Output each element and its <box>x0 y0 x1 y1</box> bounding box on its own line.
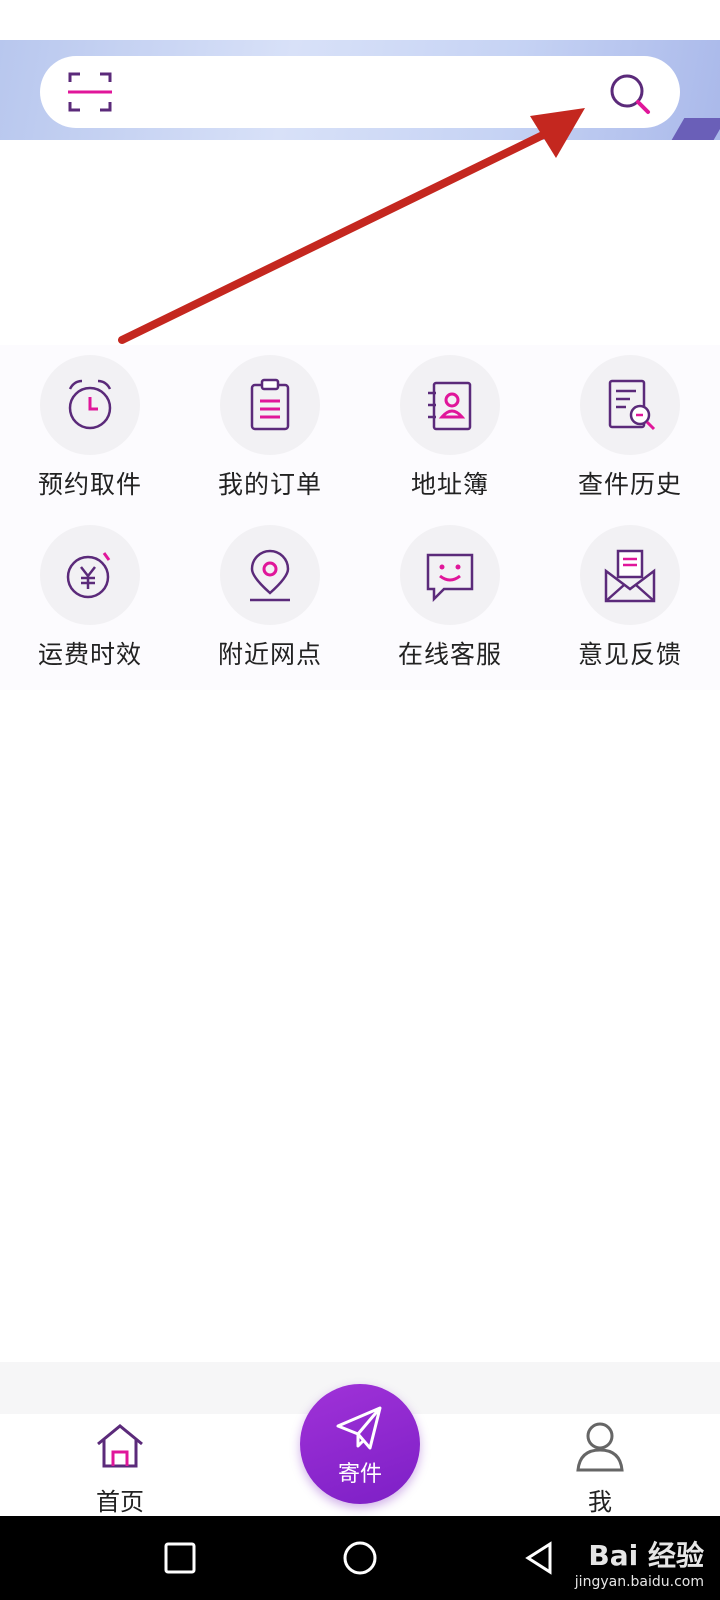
service-label: 我的订单 <box>217 470 322 499</box>
envelope-icon <box>604 549 656 603</box>
home-nav-icon[interactable] <box>338 1536 382 1580</box>
tab-me[interactable]: 我 <box>530 1414 670 1516</box>
service-label: 查件历史 <box>577 470 682 499</box>
paper-plane-icon <box>336 1406 382 1450</box>
home-icon <box>97 1424 143 1468</box>
service-label: 意见反馈 <box>577 640 682 669</box>
search-icon[interactable] <box>606 70 654 118</box>
back-icon[interactable] <box>518 1536 562 1580</box>
icon-circle <box>40 525 140 625</box>
service-item-pickup[interactable]: 预约取件 <box>0 347 180 517</box>
tab-me-label: 我 <box>588 1488 612 1516</box>
yuan-timer-icon <box>66 552 111 599</box>
tab-home-label: 首页 <box>96 1488 144 1516</box>
send-button[interactable]: 寄件 <box>300 1384 420 1504</box>
watermark: Bai 经验 jingyan.baidu.com <box>575 1534 704 1590</box>
search-bar[interactable] <box>40 56 680 128</box>
watermark-main: Bai 经验 <box>588 1539 704 1572</box>
recents-icon[interactable] <box>158 1536 202 1580</box>
chat-smile-icon <box>426 553 474 603</box>
icon-circle <box>220 355 320 455</box>
watermark-sub: jingyan.baidu.com <box>574 1574 704 1590</box>
alarm-clock-icon <box>68 379 112 430</box>
tab-home[interactable]: 首页 <box>50 1414 190 1516</box>
service-item-nearby[interactable]: 附近网点 <box>180 517 360 687</box>
service-item-orders[interactable]: 我的订单 <box>180 347 360 517</box>
icon-circle <box>400 525 500 625</box>
service-label: 在线客服 <box>397 640 502 669</box>
service-item-address-book[interactable]: 地址簿 <box>360 347 540 517</box>
scan-icon[interactable] <box>66 68 114 116</box>
service-item-feedback[interactable]: 意见反馈 <box>540 517 720 687</box>
location-pin-icon <box>250 549 290 602</box>
service-label: 运费时效 <box>37 640 142 669</box>
icon-circle <box>580 525 680 625</box>
document-search-icon <box>608 379 656 431</box>
service-label: 预约取件 <box>37 470 142 499</box>
user-icon <box>576 1422 624 1472</box>
service-item-freight[interactable]: 运费时效 <box>0 517 180 687</box>
icon-circle <box>220 525 320 625</box>
service-label: 附近网点 <box>217 640 322 669</box>
service-grid: 预约取件 我的订单 地址簿 查件历史 运费时效 附近网点 在线客服 意见反馈 <box>0 345 720 690</box>
service-label: 地址簿 <box>410 470 489 499</box>
contact-book-icon <box>428 381 472 431</box>
service-item-history[interactable]: 查件历史 <box>540 347 720 517</box>
system-nav-bar: Bai 经验 jingyan.baidu.com <box>0 1516 720 1600</box>
icon-circle <box>580 355 680 455</box>
service-item-online-service[interactable]: 在线客服 <box>360 517 540 687</box>
icon-circle <box>400 355 500 455</box>
clipboard-icon <box>250 378 290 431</box>
send-label: 寄件 <box>337 1462 382 1487</box>
icon-circle <box>40 355 140 455</box>
